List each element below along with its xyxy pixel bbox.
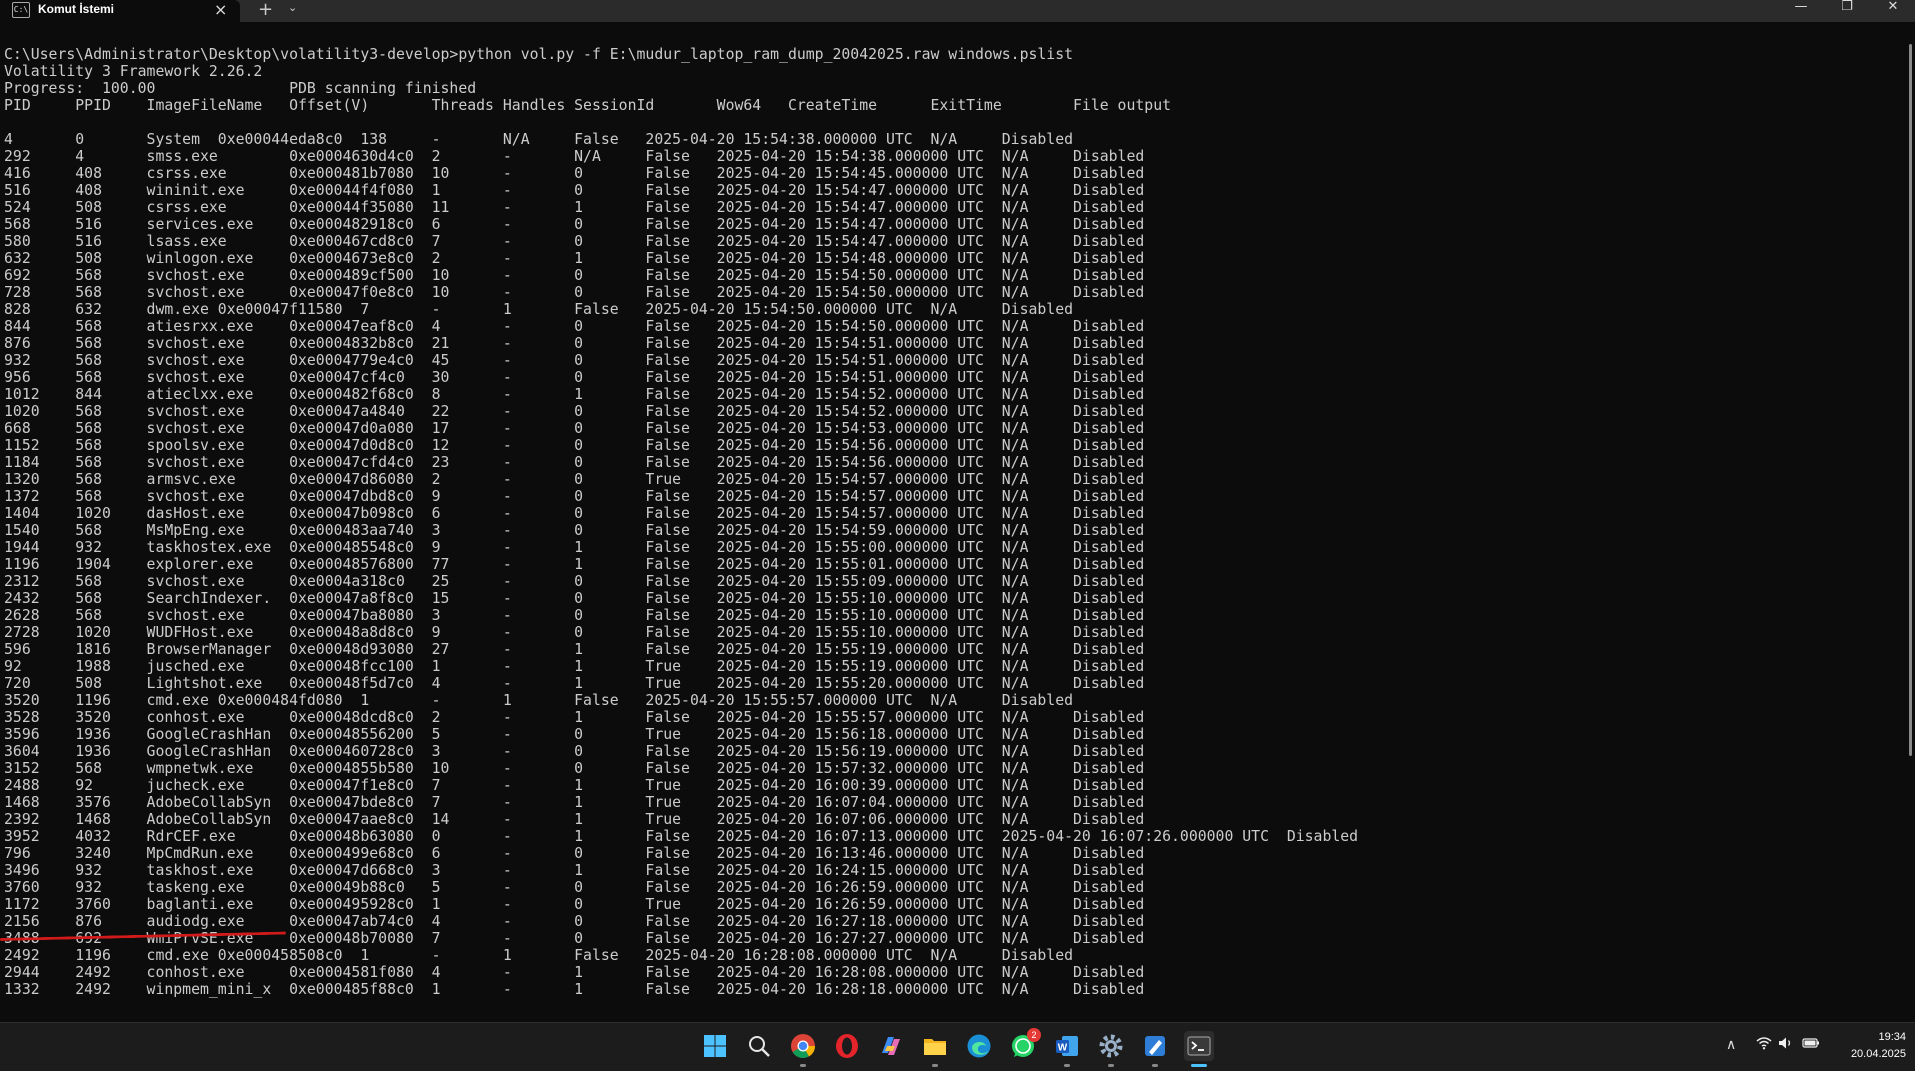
plus-icon[interactable]: +: [258, 0, 273, 20]
terminal-line: 1184 568 svchost.exe 0xe00047cfd4c0 23 -…: [4, 454, 1145, 471]
terminal-line: 524 508 csrss.exe 0xe00044f35080 11 - 1 …: [4, 199, 1145, 216]
terminal-line: 2944 2492 conhost.exe 0xe0004581f080 4 -…: [4, 964, 1145, 981]
terminal-line: 92 1988 jusched.exe 0xe00048fcc100 1 - 1…: [4, 658, 1145, 675]
taskbar: 2 W ∧ 19:34 20.04.2025: [0, 1022, 1915, 1071]
terminal-line: 692 568 svchost.exe 0xe000489cf500 10 - …: [4, 267, 1145, 284]
terminal-lines: C:\Users\Administrator\Desktop\volatilit…: [4, 46, 1358, 998]
terminal-line: 720 508 Lightshot.exe 0xe00048f5d7c0 4 -…: [4, 675, 1145, 692]
terminal-line: 1196 1904 explorer.exe 0xe00048576800 77…: [4, 556, 1145, 573]
tab-title: Komut İstemi: [38, 2, 115, 16]
close-window-button[interactable]: ✕: [1870, 0, 1915, 22]
terminal-line: 2156 876 audiodg.exe 0xe00047ab74c0 4 - …: [4, 913, 1145, 930]
terminal-line: 1172 3760 baglanti.exe 0xe000495928c0 1 …: [4, 896, 1145, 913]
terminal-line: 3528 3520 conhost.exe 0xe00048dcd8c0 2 -…: [4, 709, 1145, 726]
terminal-line: 2628 568 svchost.exe 0xe00047ba8080 3 - …: [4, 607, 1145, 624]
terminal-line: C:\Users\Administrator\Desktop\volatilit…: [4, 46, 1074, 63]
show-hidden-icons-chevron-icon[interactable]: ∧: [1726, 1037, 1736, 1053]
terminal-line: 632 508 winlogon.exe 0xe0004673e8c0 2 - …: [4, 250, 1145, 267]
clock-date[interactable]: 20.04.2025: [1840, 1048, 1906, 1060]
edge-icon[interactable]: [964, 1031, 994, 1061]
terminal-line: 668 568 svchost.exe 0xe00047d0a080 17 - …: [4, 420, 1145, 437]
terminal-line: 728 568 svchost.exe 0xe00047f0e8c0 10 - …: [4, 284, 1145, 301]
volume-icon[interactable]: [1778, 1036, 1794, 1054]
terminal-line: 2488 92 jucheck.exe 0xe00047f1e8c0 7 - 1…: [4, 777, 1145, 794]
cmd-icon: C:\: [12, 2, 30, 18]
terminal-line: 3760 932 taskeng.exe 0xe00049b88c0 5 - 0…: [4, 879, 1145, 896]
paint-icon[interactable]: [1140, 1031, 1170, 1067]
terminal-line: 3604 1936 GoogleCrashHan 0xe000460728c0 …: [4, 743, 1145, 760]
terminal-line: 1404 1020 dasHost.exe 0xe00047b098c0 6 -…: [4, 505, 1145, 522]
chrome-icon[interactable]: [788, 1031, 818, 1067]
terminal-line: 1332 2492 winpmem_mini_x 0xe000485f88c0 …: [4, 981, 1145, 998]
terminal-line: 1372 568 svchost.exe 0xe00047dbd8c0 9 - …: [4, 488, 1145, 505]
windows-start-icon[interactable]: [700, 1031, 730, 1061]
battery-icon[interactable]: [1802, 1036, 1820, 1054]
terminal-line: 3596 1936 GoogleCrashHan 0xe00048556200 …: [4, 726, 1145, 743]
terminal-line: 292 4 smss.exe 0xe0004630d4c0 2 - N/A Fa…: [4, 148, 1145, 165]
terminal-line: 2312 568 svchost.exe 0xe0004a318c0 25 - …: [4, 573, 1145, 590]
terminal-line: 956 568 svchost.exe 0xe00047cf4c0 30 - 0…: [4, 369, 1145, 386]
wifi-icon[interactable]: [1756, 1036, 1772, 1054]
terminal-output[interactable]: C:\Users\Administrator\Desktop\volatilit…: [0, 22, 1915, 1022]
chevron-down-icon[interactable]: ⌄: [288, 1, 297, 14]
terminal-line: 1152 568 spoolsv.exe 0xe00047d0d8c0 12 -…: [4, 437, 1145, 454]
terminal-line: 3952 4032 RdrCEF.exe 0xe00048b63080 0 - …: [4, 828, 1359, 845]
terminal-line: Volatility 3 Framework 2.26.2: [4, 63, 263, 80]
terminal-line: 2432 568 SearchIndexer. 0xe00047a8f8c0 1…: [4, 590, 1145, 607]
terminal-line: 568 516 services.exe 0xe000482918c0 6 - …: [4, 216, 1145, 233]
terminal-line: 3152 568 wmpnetwk.exe 0xe0004855b580 10 …: [4, 760, 1145, 777]
terminal-line: 1320 568 armsvc.exe 0xe00047d86080 2 - 0…: [4, 471, 1145, 488]
terminal-line: 1944 932 taskhostex.exe 0xe000485548c0 9…: [4, 539, 1145, 556]
word-icon[interactable]: W: [1052, 1031, 1082, 1067]
terminal-line: Progress: 100.00 PDB scanning finished: [4, 80, 477, 97]
terminal-line: 580 516 lsass.exe 0xe000467cd8c0 7 - 0 F…: [4, 233, 1145, 250]
terminal-line: PID PPID ImageFileName Offset(V) Threads…: [4, 97, 1172, 114]
clock-time[interactable]: 19:34: [1840, 1031, 1906, 1043]
terminal-line: 596 1816 BrowserManager 0xe00048d93080 2…: [4, 641, 1145, 658]
terminal-line: 796 3240 MpCmdRun.exe 0xe000499e68c0 6 -…: [4, 845, 1145, 862]
terminal-line: 516 408 wininit.exe 0xe00044f4f080 1 - 0…: [4, 182, 1145, 199]
terminal-line: 828 632 dwm.exe 0xe00047f11580 7 - 1 Fal…: [4, 301, 1074, 318]
file-explorer-icon[interactable]: [920, 1031, 950, 1067]
settings-gear-icon[interactable]: [1096, 1031, 1126, 1067]
terminal-line: 3496 932 taskhost.exe 0xe00047d668c0 3 -…: [4, 862, 1145, 879]
svg-text:W: W: [1058, 1043, 1068, 1054]
terminal-line: 4 0 System 0xe00044eda8c0 138 - N/A Fals…: [4, 131, 1074, 148]
terminal-tab[interactable]: C:\ Komut İstemi ×: [0, 0, 240, 22]
opera-icon[interactable]: [832, 1031, 862, 1061]
close-icon[interactable]: ×: [214, 0, 227, 19]
terminal-line: 876 568 svchost.exe 0xe0004832b8c0 21 - …: [4, 335, 1145, 352]
notification-badge: 2: [1027, 1028, 1041, 1042]
terminal-line: 1020 568 svchost.exe 0xe00047a4840 22 - …: [4, 403, 1145, 420]
minimize-button[interactable]: —: [1778, 0, 1824, 22]
terminal-line: 2392 1468 AdobeCollabSyn 0xe00047aae8c0 …: [4, 811, 1145, 828]
terminal-line: 2728 1020 WUDFHost.exe 0xe00048a8d8c0 9 …: [4, 624, 1145, 641]
scrollbar-thumb[interactable]: [1909, 44, 1912, 756]
copilot-icon[interactable]: [876, 1031, 906, 1061]
terminal-line: 1012 844 atieclxx.exe 0xe000482f68c0 8 -…: [4, 386, 1145, 403]
whatsapp-icon[interactable]: 2: [1008, 1028, 1041, 1061]
terminal-icon[interactable]: [1184, 1031, 1214, 1067]
search-icon[interactable]: [744, 1031, 774, 1061]
maximize-button[interactable]: ❐: [1824, 0, 1870, 22]
terminal-line: 416 408 csrss.exe 0xe000481b7080 10 - 0 …: [4, 165, 1145, 182]
terminal-line: 2492 1196 cmd.exe 0xe000458508c0 1 - 1 F…: [4, 947, 1074, 964]
terminal-line: 932 568 svchost.exe 0xe0004779e4c0 45 - …: [4, 352, 1145, 369]
title-bar: C:\ Komut İstemi × + ⌄ — ❐ ✕: [0, 0, 1915, 22]
terminal-line: 1540 568 MsMpEng.exe 0xe000483aa740 3 - …: [4, 522, 1145, 539]
terminal-line: 3520 1196 cmd.exe 0xe000484fd080 1 - 1 F…: [4, 692, 1074, 709]
terminal-line: 844 568 atiesrxx.exe 0xe00047eaf8c0 4 - …: [4, 318, 1145, 335]
terminal-line: 1468 3576 AdobeCollabSyn 0xe00047bde8c0 …: [4, 794, 1145, 811]
